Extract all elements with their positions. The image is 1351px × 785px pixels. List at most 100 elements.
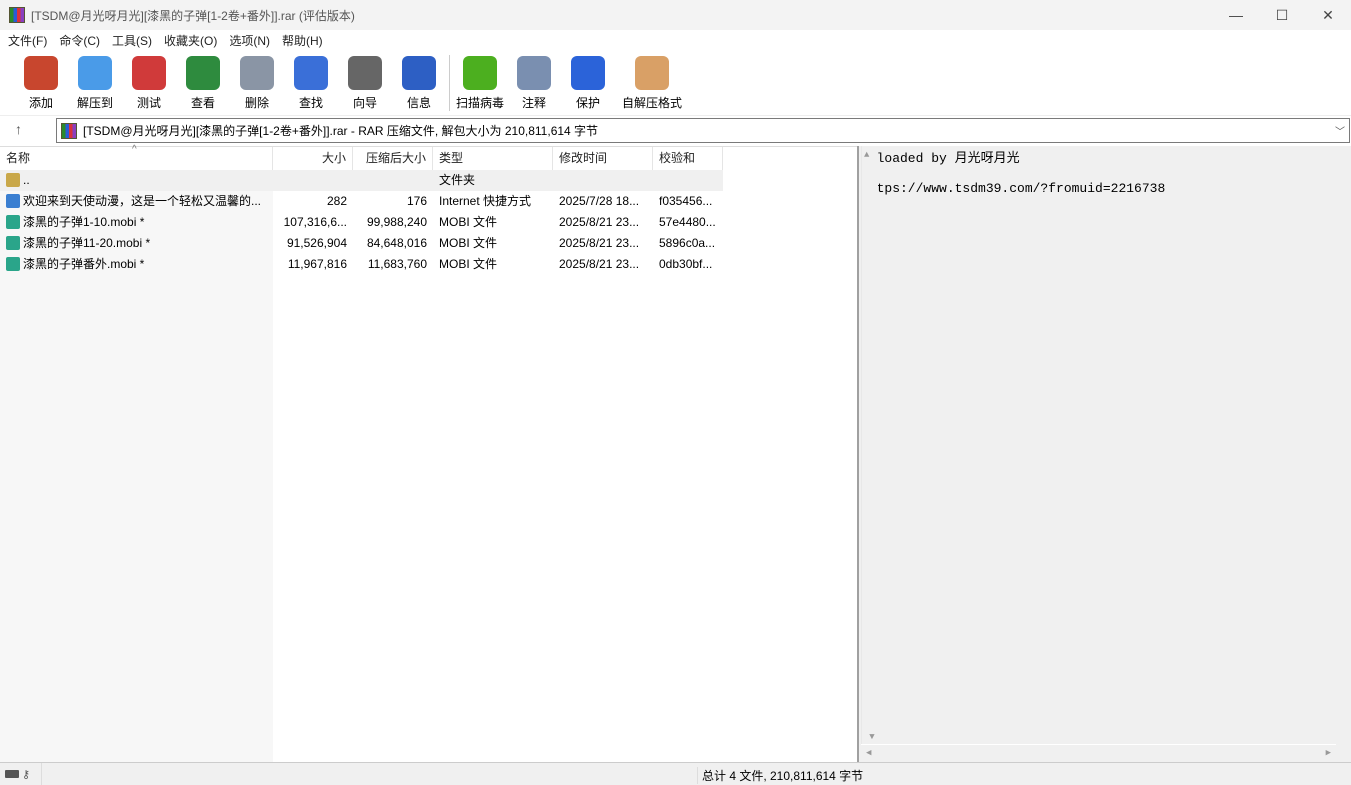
add-archive-icon xyxy=(24,56,58,90)
toolbar-button-delete-trash[interactable]: 删除 xyxy=(230,50,284,115)
address-text: [TSDM@月光呀月光][漆黑的子弹[1-2卷+番外]].rar - RAR 压… xyxy=(83,124,599,138)
chevron-down-icon[interactable]: ﹀ xyxy=(1335,123,1345,138)
file-modified: 2025/8/21 23... xyxy=(559,236,640,250)
file-packed-size xyxy=(353,170,433,191)
toolbar-label: 信息 xyxy=(406,96,431,110)
minimize-button[interactable]: — xyxy=(1213,0,1259,30)
toolbar-label: 注释 xyxy=(521,96,546,110)
toolbar-label: 添加 xyxy=(28,96,53,110)
column-header-type[interactable]: 类型 xyxy=(433,147,553,170)
info-icon xyxy=(402,56,436,90)
toolbar-label: 自解压格式 xyxy=(621,96,682,110)
file-modified xyxy=(553,170,653,191)
file-name: 漆黑的子弹1-10.mobi * xyxy=(23,215,145,229)
file-type: MOBI 文件 xyxy=(439,236,498,250)
menu-options[interactable]: 选项(N) xyxy=(223,32,276,49)
toolbar-label: 测试 xyxy=(136,96,161,110)
horizontal-scrollbar[interactable]: ◀ ▶ xyxy=(861,744,1336,762)
toolbar-button-sfx-box[interactable]: 自解压格式 xyxy=(615,50,689,115)
file-modified: 2025/7/28 18... xyxy=(559,194,640,208)
sfx-box-icon xyxy=(635,56,669,90)
delete-trash-icon xyxy=(240,56,274,90)
window-title: [TSDM@月光呀月光][漆黑的子弹[1-2卷+番外]].rar (评估版本) xyxy=(31,8,355,23)
table-row[interactable]: 漆黑的子弹11-20.mobi * 91,526,904 84,648,016 … xyxy=(0,233,723,254)
toolbar-button-add-archive[interactable]: 添加 xyxy=(14,50,68,115)
toolbar-button-extract-folder[interactable]: 解压到 xyxy=(68,50,122,115)
drive-icon xyxy=(5,770,19,778)
file-modified: 2025/8/21 23... xyxy=(559,215,640,229)
title-bar: [TSDM@月光呀月光][漆黑的子弹[1-2卷+番外]].rar (评估版本) … xyxy=(0,0,1351,30)
file-packed-size: 99,988,240 xyxy=(366,215,427,229)
table-row[interactable]: 漆黑的子弹番外.mobi * 11,967,816 11,683,760 MOB… xyxy=(0,254,723,275)
toolbar-separator xyxy=(449,55,450,111)
menu-help[interactable]: 帮助(H) xyxy=(276,32,329,49)
file-size: 107,316,6... xyxy=(283,215,347,229)
column-header-modified[interactable]: 修改时间 xyxy=(553,147,653,170)
file-checksum: 57e4480... xyxy=(659,215,716,229)
toolbar-label: 查看 xyxy=(190,96,215,110)
folder-icon xyxy=(6,173,20,187)
toolbar-button-wizard-wand[interactable]: 向导 xyxy=(338,50,392,115)
toolbar-label: 扫描病毒 xyxy=(455,96,504,110)
internet-shortcut-icon xyxy=(6,194,20,208)
close-button[interactable]: ✕ xyxy=(1305,0,1351,30)
toolbar-button-test-clipboard[interactable]: 测试 xyxy=(122,50,176,115)
toolbar-label: 向导 xyxy=(352,96,377,110)
menu-file[interactable]: 文件(F) xyxy=(2,32,53,49)
table-row[interactable]: 漆黑的子弹1-10.mobi * 107,316,6... 99,988,240… xyxy=(0,212,723,233)
mobi-file-icon xyxy=(6,215,20,229)
test-clipboard-icon xyxy=(132,56,166,90)
find-magnifier-icon xyxy=(294,56,328,90)
archive-icon xyxy=(61,122,77,139)
maximize-button[interactable]: ☐ xyxy=(1259,0,1305,30)
toolbar-button-comment[interactable]: 注释 xyxy=(507,50,561,115)
file-size xyxy=(273,170,353,191)
sort-ascending-icon: ^ xyxy=(132,144,137,155)
file-size: 11,967,816 xyxy=(287,257,347,271)
file-size: 91,526,904 xyxy=(286,236,347,250)
status-text: 总计 4 文件, 210,811,614 字节 xyxy=(697,767,863,784)
menu-favorites[interactable]: 收藏夹(O) xyxy=(158,32,223,49)
file-list: 名称 ^ 大小 压缩后大小 类型 修改时间 校验和 .. 文件夹 欢迎来到天使动漫… xyxy=(0,144,857,762)
file-packed-size: 84,648,016 xyxy=(366,236,427,250)
wizard-wand-icon xyxy=(348,56,382,90)
column-header-name[interactable]: 名称 ^ xyxy=(0,144,273,170)
up-arrow-icon[interactable]: ↑ xyxy=(15,121,22,137)
winrar-app-icon xyxy=(9,7,25,23)
column-header-checksum[interactable]: 校验和 xyxy=(653,147,723,170)
address-bar[interactable]: [TSDM@月光呀月光][漆黑的子弹[1-2卷+番外]].rar - RAR 压… xyxy=(56,118,1350,143)
shield-icon xyxy=(571,56,605,90)
file-type: 文件夹 xyxy=(439,173,476,187)
status-bar: ⚷ 总计 4 文件, 210,811,614 字节 xyxy=(0,762,1351,785)
file-name: 欢迎来到天使动漫，这是一个轻松又温馨的... xyxy=(23,194,262,208)
file-type: MOBI 文件 xyxy=(439,215,498,229)
vertical-scrollbar[interactable]: ▲ ▼ xyxy=(861,146,878,744)
view-book-icon xyxy=(186,56,220,90)
toolbar-button-find-magnifier[interactable]: 查找 xyxy=(284,50,338,115)
menu-tools[interactable]: 工具(S) xyxy=(106,32,158,49)
toolbar-button-shield[interactable]: 保护 xyxy=(561,50,615,115)
table-row[interactable]: .. 文件夹 xyxy=(0,170,723,191)
virus-scan-icon xyxy=(463,56,497,90)
menu-bar: 文件(F) 命令(C) 工具(S) 收藏夹(O) 选项(N) 帮助(H) xyxy=(0,30,1351,50)
toolbar-label: 解压到 xyxy=(76,96,113,110)
toolbar-button-virus-scan[interactable]: 扫描病毒 xyxy=(453,50,507,115)
menu-commands[interactable]: 命令(C) xyxy=(53,32,106,49)
column-header-packed[interactable]: 压缩后大小 xyxy=(353,147,433,170)
toolbar: 添加 解压到 测试 查看 删除 查找 向导 信息 扫描病毒 注释 保护 自解压格式 xyxy=(0,50,1351,116)
file-packed-size: 11,683,760 xyxy=(367,257,427,271)
comment-pane: Uploaded by 月光呀月光 https://www.tsdm39.com… xyxy=(859,146,1351,762)
address-bar-row: ↑ [TSDM@月光呀月光][漆黑的子弹[1-2卷+番外]].rar - RAR… xyxy=(0,117,1351,145)
file-name: .. xyxy=(23,173,30,187)
toolbar-label: 查找 xyxy=(298,96,323,110)
table-row[interactable]: 欢迎来到天使动漫，这是一个轻松又温馨的... 282 176 Internet … xyxy=(0,191,723,212)
file-name: 漆黑的子弹11-20.mobi * xyxy=(23,236,151,250)
file-modified: 2025/8/21 23... xyxy=(559,257,640,271)
file-checksum: f035456... xyxy=(659,194,713,208)
toolbar-button-info[interactable]: 信息 xyxy=(392,50,446,115)
toolbar-label: 保护 xyxy=(575,96,600,110)
list-header: 名称 ^ 大小 压缩后大小 类型 修改时间 校验和 xyxy=(0,144,723,170)
key-icon: ⚷ xyxy=(22,768,31,781)
column-header-size[interactable]: 大小 xyxy=(273,147,353,170)
toolbar-button-view-book[interactable]: 查看 xyxy=(176,50,230,115)
